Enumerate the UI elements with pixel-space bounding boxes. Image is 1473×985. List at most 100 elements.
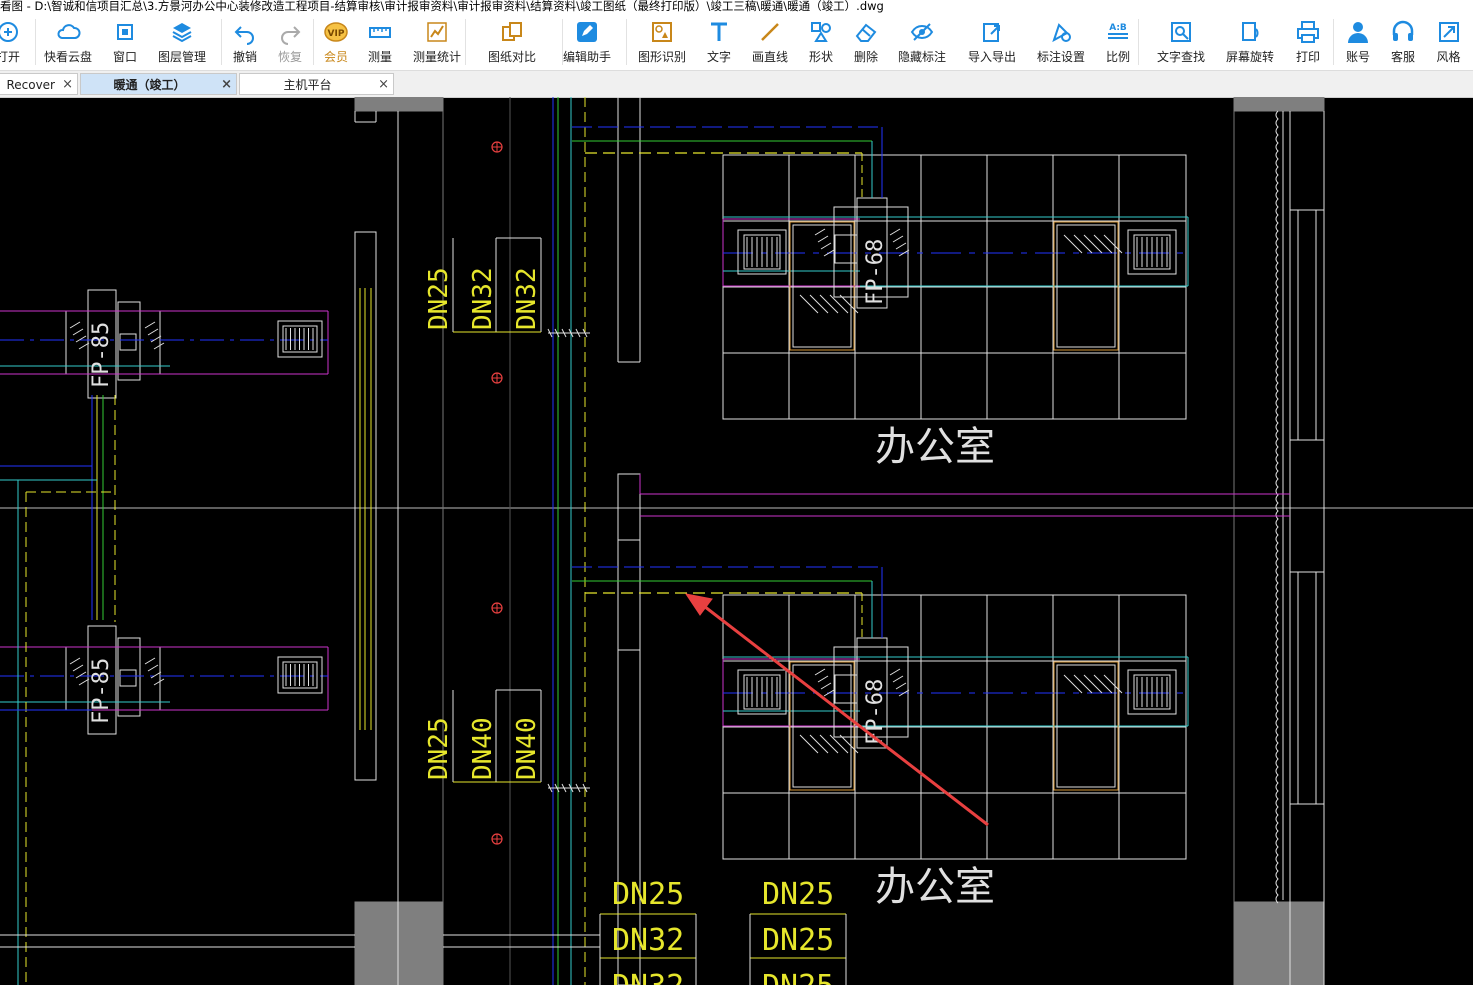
toolbar-button-window[interactable]: 窗口	[95, 13, 155, 70]
flex-connector	[147, 664, 159, 672]
toolbar-button-edit-assistant[interactable]: 编辑助手	[557, 13, 617, 70]
toolbar-button-scale[interactable]: A:B 比例	[1088, 13, 1148, 70]
cad-drawing-canvas[interactable]: DN25 DN32 DN32 DN25 DN40 DN40 FP-85 FP-85 FP-68 办…	[0, 97, 1473, 985]
flex-connector	[892, 675, 904, 683]
insulation-line	[1275, 110, 1279, 904]
room-label: 办公室	[875, 864, 995, 910]
hatch	[799, 294, 819, 314]
toolbar-button-text-search[interactable]: 文字查找	[1151, 13, 1211, 70]
measure-stats-icon	[424, 19, 450, 45]
toolbar-button-label: 导入导出	[967, 50, 1016, 64]
toolbar-button-cloud[interactable]: 快看云盘	[38, 13, 98, 70]
toolbar-button-label: 窗口	[112, 50, 137, 64]
flex-connector	[889, 668, 901, 676]
window-icon	[112, 19, 138, 45]
hatch	[1093, 674, 1113, 694]
window-title-bar: 看图 - D:\智诚和信项目汇总\3.方景河办公中心装修改造工程项目-结算审核\…	[0, 0, 1473, 13]
hatch	[799, 734, 819, 754]
close-icon[interactable]: ×	[221, 74, 232, 96]
annotation-settings-icon	[1048, 19, 1074, 45]
flex-connector	[814, 228, 826, 236]
close-icon[interactable]: ×	[62, 74, 73, 96]
flex-connector	[889, 228, 901, 236]
print-icon	[1295, 19, 1321, 45]
headset-icon	[1390, 19, 1416, 45]
pipe-size-label: DN40	[468, 717, 498, 780]
tab-recover[interactable]: Recover ×	[0, 73, 78, 95]
pipe-size-label: DN25	[762, 923, 834, 958]
tab-hvac-as-built[interactable]: 暖通（竣工） ×	[80, 73, 237, 95]
flex-connector	[72, 328, 84, 336]
flex-connector	[75, 671, 87, 679]
toolbar-button-open[interactable]: 打开	[0, 13, 34, 70]
account-icon	[1345, 19, 1371, 45]
toolbar-button-label: 屏幕旋转	[1225, 50, 1274, 64]
toolbar-button-ruler[interactable]: 测量	[350, 13, 410, 70]
hatch	[1063, 674, 1083, 694]
wall-block-bottom-right	[1233, 901, 1325, 985]
window-frame	[1297, 571, 1317, 805]
close-icon[interactable]: ×	[378, 74, 389, 96]
fan-coil-label: FP-85	[89, 322, 114, 388]
pipe-size-label: DN32	[512, 267, 542, 330]
hatch	[829, 734, 849, 754]
fan-coil-label: FP-68	[863, 239, 888, 305]
hatch	[1083, 674, 1103, 694]
room-label: 办公室	[875, 424, 995, 470]
hatch	[1083, 234, 1103, 254]
main-toolbar: 打开 快看云盘 窗口 图层管理 撤销 恢复 VIP 会员 测量 测量统计 图纸对比 编辑助手 图形识别 文…	[0, 13, 1473, 71]
toolbar-button-measure-stats[interactable]: 测量统计	[407, 13, 467, 70]
flex-connector	[817, 675, 829, 683]
flex-connector	[75, 335, 87, 343]
flex-connector	[892, 235, 904, 243]
flex-connector	[144, 657, 156, 665]
toolbar-button-label: 风格	[1436, 50, 1461, 64]
toolbar-button-shape-recognition[interactable]: 图形识别	[632, 13, 692, 70]
tab-label: 暖通（竣工）	[113, 78, 186, 92]
toolbar-button-eraser[interactable]: 删除	[836, 13, 896, 70]
toolbar-separator	[626, 19, 627, 65]
fan-coil-connector	[119, 333, 137, 351]
toolbar-button-label: 图形识别	[637, 50, 686, 64]
flex-connector	[820, 682, 832, 690]
window-frame	[1297, 209, 1317, 441]
toolbar-button-compare[interactable]: 图纸对比	[482, 13, 542, 70]
toolbar-button-label: 会员	[323, 50, 348, 64]
hatch	[1063, 234, 1083, 254]
toolbar-button-style[interactable]: 风格	[1424, 13, 1473, 70]
flex-connector	[153, 342, 165, 350]
toolbar-button-annotation-settings[interactable]: 标注设置	[1031, 13, 1091, 70]
toolbar-button-layers[interactable]: 图层管理	[152, 13, 212, 70]
pipe-size-label: DN32	[468, 267, 498, 330]
toolbar-button-label: 图层管理	[157, 50, 206, 64]
pipe-size-label: DN25	[612, 877, 684, 912]
toolbar-button-label: 客服	[1390, 50, 1415, 64]
line-icon	[757, 19, 783, 45]
annotation-arrow-head	[684, 593, 713, 616]
pipe-size-label: DN25	[424, 717, 454, 780]
hatch	[819, 734, 839, 754]
text-search-icon	[1168, 19, 1194, 45]
svg-text:A:B: A:B	[1109, 23, 1127, 33]
toolbar-button-label: 形状	[808, 50, 833, 64]
toolbar-button-label: 画直线	[751, 50, 788, 64]
toolbar-button-label: 测量	[367, 50, 392, 64]
toolbar-button-label: 文字	[706, 50, 731, 64]
toolbar-button-hide[interactable]: 隐藏标注	[892, 13, 952, 70]
toolbar-button-label: 隐藏标注	[897, 50, 946, 64]
toolbar-button-import-export[interactable]: 导入导出	[962, 13, 1022, 70]
tab-label: 主机平台	[283, 78, 332, 92]
tab-main-platform[interactable]: 主机平台 ×	[239, 73, 394, 95]
import-export-icon	[979, 19, 1005, 45]
flex-connector	[814, 668, 826, 676]
compare-icon	[499, 19, 525, 45]
shape-icon	[808, 19, 834, 45]
rotate-icon	[1237, 19, 1263, 45]
toolbar-button-label: 恢复	[277, 50, 302, 64]
redo-icon	[277, 19, 303, 45]
flex-connector	[69, 321, 81, 329]
fan-coil-label: FP-85	[89, 658, 114, 724]
wall-block-top-left	[354, 97, 444, 112]
toolbar-button-rotate[interactable]: 屏幕旋转	[1220, 13, 1280, 70]
column-outline	[617, 473, 641, 541]
